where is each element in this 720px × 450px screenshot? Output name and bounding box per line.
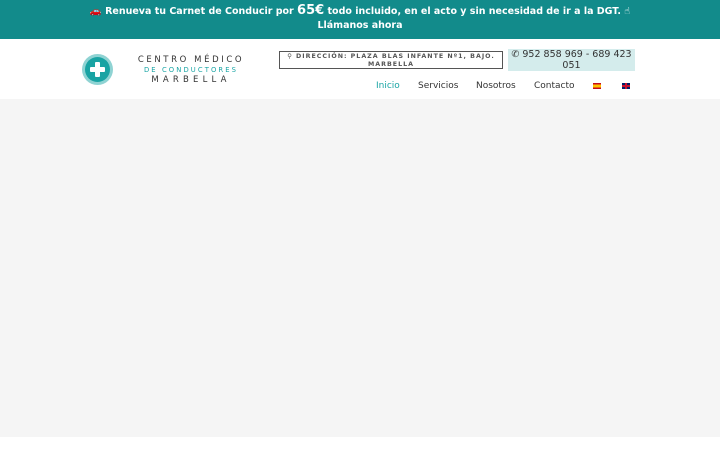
nav-nosotros[interactable]: Nosotros <box>476 81 516 91</box>
main-content-area <box>0 99 720 437</box>
nav-inicio[interactable]: Inicio <box>376 81 400 91</box>
nav-servicios[interactable]: Servicios <box>418 81 458 91</box>
phone-box[interactable]: ✆ 952 858 969 - 689 423 051 <box>508 49 635 71</box>
promo-text-before: Renueva tu Carnet de Conducir por <box>105 6 294 17</box>
address-box[interactable]: ⚲ DIRECCIÓN: PLAZA BLAS INFANTE Nº1, BAJ… <box>279 51 503 69</box>
promo-text-after: todo incluido, en el acto y sin necesida… <box>327 6 621 17</box>
nav-contacto[interactable]: Contacto <box>534 81 575 91</box>
page-bottom-strip <box>0 437 720 450</box>
site-logo[interactable]: CENTRO MÉDICO DE CONDUCTORES MARBELLA <box>82 54 267 88</box>
car-icon: 🚗 <box>89 6 102 17</box>
promo-call-link[interactable]: Llámanos ahora <box>0 19 720 33</box>
logo-line-1: CENTRO MÉDICO <box>137 55 245 65</box>
site-header: CENTRO MÉDICO DE CONDUCTORES MARBELLA ⚲ … <box>0 39 720 99</box>
phone-text: 952 858 969 - 689 423 051 <box>522 49 632 71</box>
logo-text: CENTRO MÉDICO DE CONDUCTORES MARBELLA <box>116 55 266 85</box>
logo-line-2: DE CONDUCTORES <box>143 66 239 74</box>
logo-line-3: MARBELLA <box>151 75 231 85</box>
medical-cross-icon <box>82 54 113 85</box>
promo-price: 65€ <box>297 3 325 18</box>
uk-flag-icon[interactable] <box>622 83 630 89</box>
address-text: DIRECCIÓN: PLAZA BLAS INFANTE Nº1, BAJO.… <box>296 53 495 68</box>
promo-banner: 🚗 Renueva tu Carnet de Conducir por 65€ … <box>0 0 720 39</box>
map-marker-icon: ⚲ <box>287 53 293 60</box>
pointing-hand-icon: ☝ <box>624 6 631 17</box>
phone-icon: ✆ <box>511 49 520 60</box>
spain-flag-icon[interactable] <box>593 83 601 89</box>
